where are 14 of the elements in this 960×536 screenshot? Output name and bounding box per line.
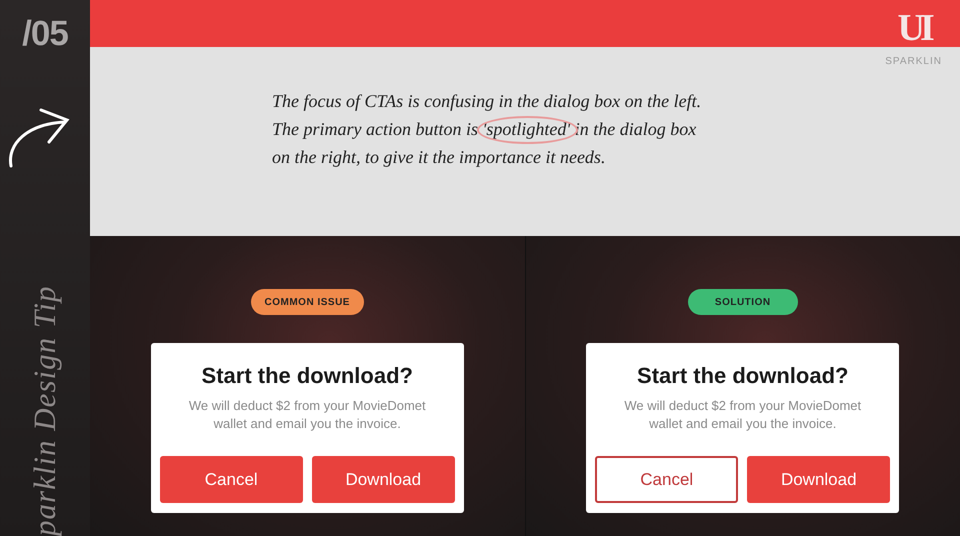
status-badge: COMMON ISSUE	[250, 289, 364, 315]
brand-name: SPARKLIN	[885, 56, 942, 67]
cancel-button[interactable]: Cancel	[160, 456, 303, 503]
slide-number: /05	[22, 14, 68, 54]
dialog-title: Start the download?	[637, 363, 848, 389]
vertical-title: parklin Design Tip	[27, 284, 63, 536]
logo-text: UI	[898, 8, 930, 48]
dialog-title: Start the download?	[202, 363, 413, 389]
dialog-message: We will deduct $2 from your MovieDomet wallet and email you the invoice.	[623, 397, 862, 433]
download-button[interactable]: Download	[312, 456, 455, 503]
download-button[interactable]: Download	[747, 456, 890, 503]
status-badge: SOLUTION	[688, 289, 798, 315]
dialog-message: We will deduct $2 from your MovieDomet wallet and email you the invoice.	[188, 397, 427, 433]
cancel-button[interactable]: Cancel	[595, 456, 738, 503]
